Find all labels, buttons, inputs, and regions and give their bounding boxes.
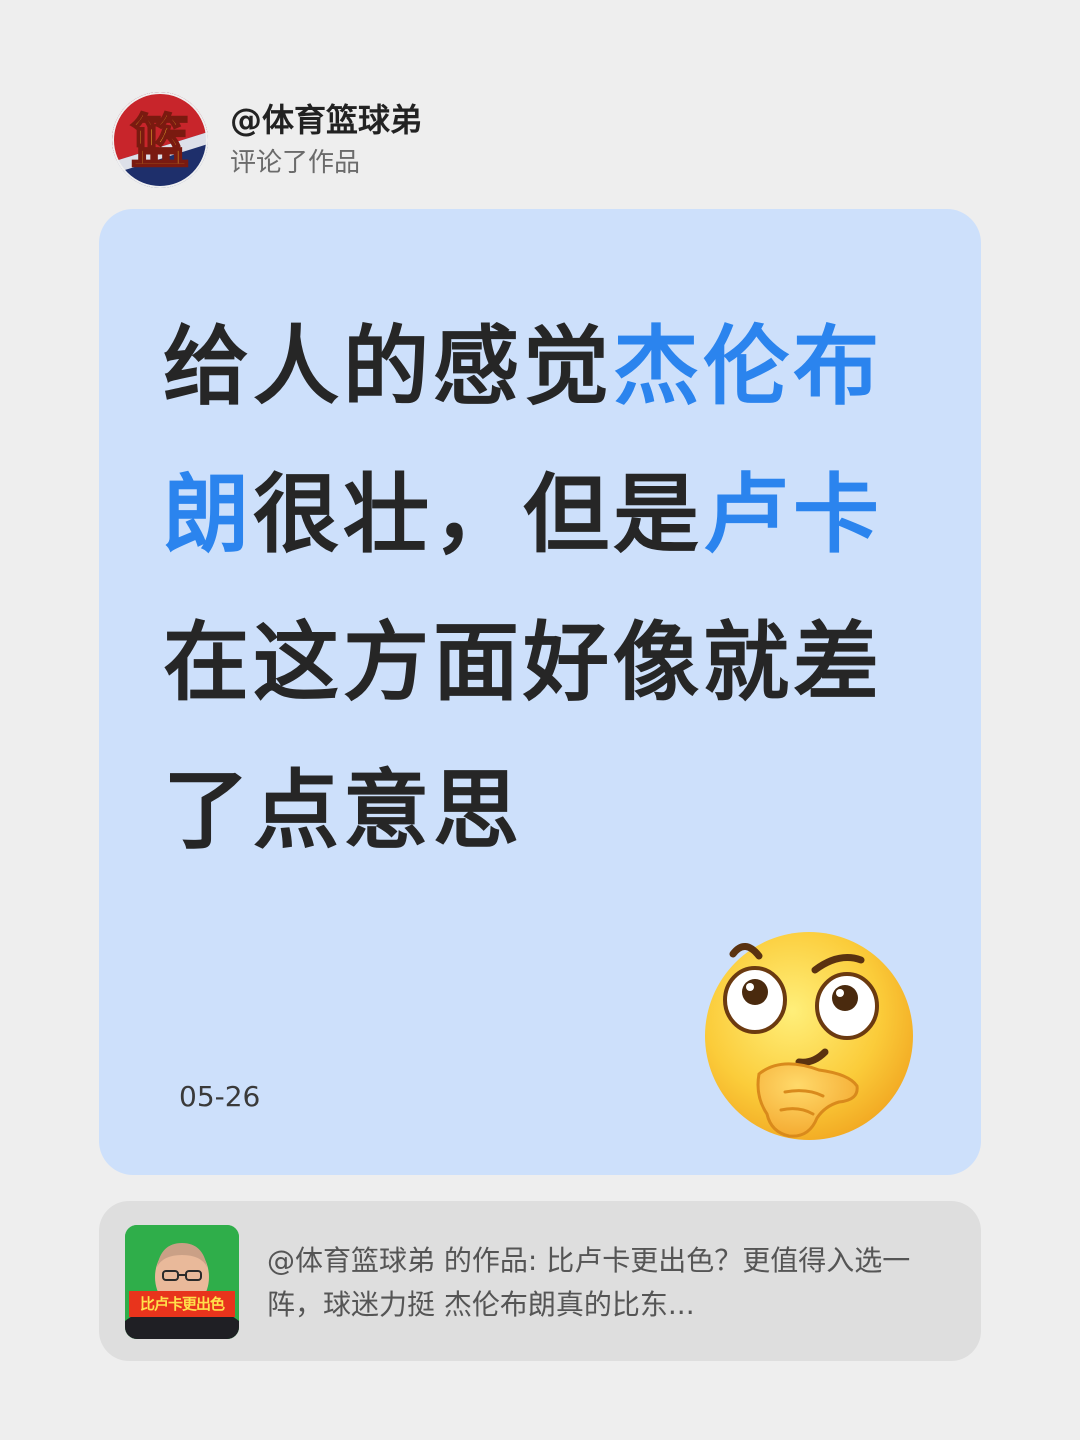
comment-header: 篮 @体育篮球弟 评论了作品 — [112, 92, 422, 188]
comment-date: 05-26 — [179, 1080, 261, 1113]
comment-segment: 很壮，但是 — [253, 465, 703, 565]
avatar-glyph: 篮 — [131, 108, 189, 176]
action-label: 评论了作品 — [230, 148, 361, 178]
thinking-face-icon — [705, 932, 913, 1140]
person-thumbnail-icon — [125, 1225, 239, 1339]
comment-card: 给人的感觉杰伦布朗很壮，但是卢卡在这方面好像就差了点意思 05-26 — [99, 209, 981, 1175]
work-thumbnail[interactable]: 比卢卡更出色 — [125, 1225, 239, 1339]
comment-text: 给人的感觉杰伦布朗很壮，但是卢卡在这方面好像就差了点意思 — [163, 293, 923, 885]
basketball-logo-icon: 篮 — [112, 92, 208, 188]
comment-segment: 给人的感觉 — [163, 317, 613, 417]
username[interactable]: @体育篮球弟 — [230, 98, 422, 142]
thumbnail-badge: 比卢卡更出色 — [129, 1291, 235, 1317]
avatar[interactable]: 篮 — [112, 92, 208, 188]
comment-segment: 在这方面好像就差了点意思 — [163, 613, 883, 861]
linked-work-card[interactable]: 比卢卡更出色 @体育篮球弟 的作品: 比卢卡更出色？更值得入选一阵，球迷力挺 杰… — [99, 1201, 981, 1361]
comment-highlight-player: 卢卡 — [703, 465, 883, 565]
header-text: @体育篮球弟 评论了作品 — [230, 98, 422, 182]
work-description[interactable]: @体育篮球弟 的作品: 比卢卡更出色？更值得入选一阵，球迷力挺 杰伦布朗真的比东… — [267, 1239, 937, 1327]
